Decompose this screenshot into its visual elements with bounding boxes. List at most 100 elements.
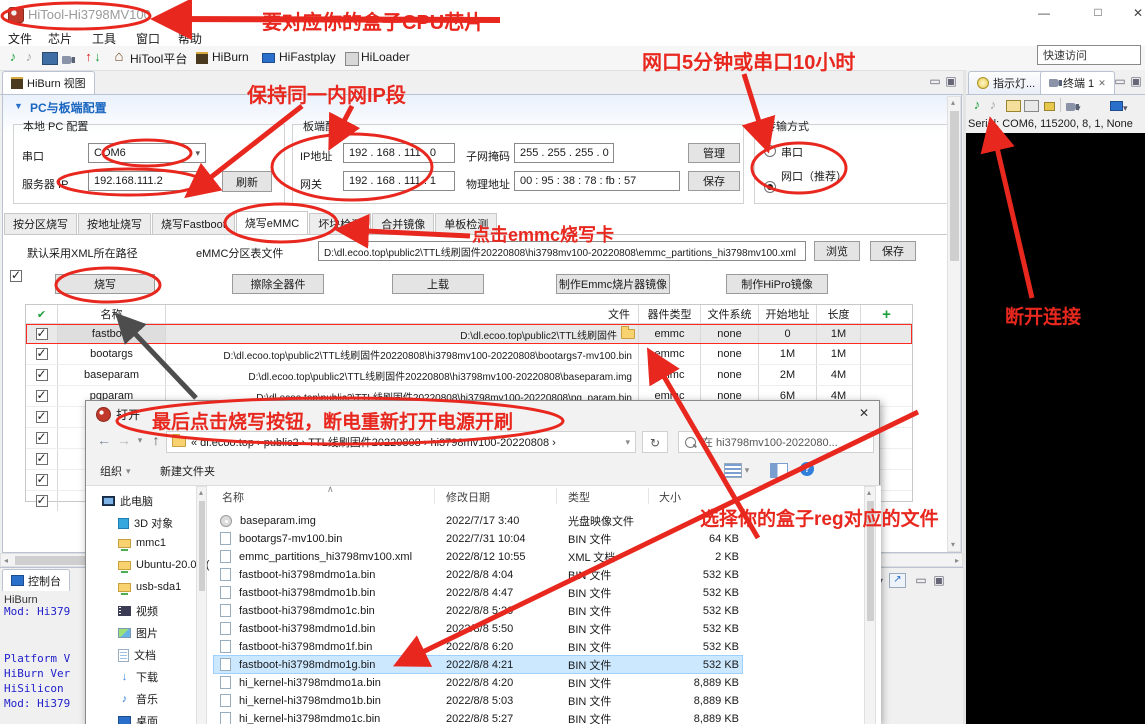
- browse-folder-icon[interactable]: [621, 329, 635, 339]
- sidebar-item-mmc1[interactable]: mmc1: [118, 537, 166, 549]
- console-export-icon[interactable]: ↗: [889, 573, 906, 588]
- minimize-button[interactable]: —: [1032, 6, 1056, 20]
- table-row[interactable]: bootargs D:\dl.ecoo.top\public2\TTL线刷固件2…: [26, 344, 912, 365]
- col-header-size[interactable]: 大小: [659, 489, 681, 505]
- sidebar-item-3d-objects[interactable]: 3D 对象: [118, 515, 173, 531]
- sidebar-item-downloads[interactable]: ↓下载: [118, 669, 158, 685]
- tab-burn-partition[interactable]: 按分区烧写: [4, 213, 77, 234]
- subnet-mask-input[interactable]: 255 . 255 . 255 . 0: [514, 143, 614, 163]
- server-ip-select[interactable]: 192.168.111.2 ▾: [88, 171, 206, 191]
- new-folder-button[interactable]: 新建文件夹: [160, 463, 215, 479]
- file-row[interactable]: fastboot-hi3798mdmo1b.bin2022/8/8 4:47BI…: [214, 584, 862, 601]
- tab-console[interactable]: 控制台: [2, 569, 70, 591]
- erase-all-button[interactable]: 擦除全器件: [232, 274, 324, 294]
- col-length[interactable]: 长度: [817, 305, 861, 323]
- serial-radio[interactable]: [764, 145, 776, 157]
- file-row[interactable]: fastboot-hi3798mdmo1d.bin2022/8/8 5:50BI…: [214, 620, 862, 637]
- terminal-copy-icon[interactable]: [1024, 100, 1039, 112]
- burn-button[interactable]: 烧写: [55, 274, 155, 294]
- sidebar-item-documents[interactable]: 文档: [118, 647, 156, 663]
- row-checkbox[interactable]: [36, 348, 48, 360]
- toolbar-hiburn-label[interactable]: HiBurn: [212, 50, 249, 64]
- row-checkbox[interactable]: [36, 390, 48, 402]
- row-checkbox[interactable]: [36, 495, 48, 507]
- up-icon[interactable]: ↑: [148, 432, 164, 448]
- console-maximize-icon[interactable]: ▣: [932, 573, 946, 587]
- close-tab-icon[interactable]: ✕: [1098, 78, 1106, 89]
- sidebar-item-desktop[interactable]: 桌面: [118, 713, 158, 724]
- col-file[interactable]: 文件: [166, 305, 639, 323]
- help-icon[interactable]: ?: [800, 462, 814, 476]
- organize-menu[interactable]: 组织 ▾: [100, 463, 131, 479]
- terminal-disconnect-icon[interactable]: ♪: [986, 97, 1000, 112]
- col-header-name[interactable]: 名称: [222, 489, 244, 505]
- terminal-connect-icon[interactable]: ♪: [970, 97, 984, 112]
- back-icon[interactable]: ←: [96, 432, 112, 448]
- col-fs[interactable]: 文件系统: [701, 305, 759, 323]
- col-device[interactable]: 器件类型: [639, 305, 701, 323]
- plug-icon[interactable]: [62, 53, 72, 67]
- file-row-selected[interactable]: fastboot-hi3798mdmo1g.bin2022/8/8 4:21BI…: [214, 656, 742, 673]
- hiloader-icon[interactable]: [345, 52, 359, 66]
- upload-arrow-icon[interactable]: ↑: [84, 49, 93, 64]
- sidebar-item-this-pc[interactable]: 此电脑: [102, 493, 153, 509]
- tab-terminal-1[interactable]: 终端 1 ✕: [1040, 71, 1115, 94]
- download-arrow-icon[interactable]: ↓: [93, 49, 102, 64]
- network-radio[interactable]: [764, 181, 776, 193]
- view-maximize-icon[interactable]: ▣: [944, 74, 958, 88]
- mac-address-input[interactable]: 00 : 95 : 38 : 78 : fb : 57: [514, 171, 680, 191]
- make-hipro-image-button[interactable]: 制作HiPro镜像: [726, 274, 828, 294]
- sidebar-item-pictures[interactable]: 图片: [118, 625, 158, 641]
- file-row[interactable]: emmc_partitions_hi3798mv100.xml2022/8/12…: [214, 548, 862, 565]
- col-name[interactable]: 名称: [58, 305, 166, 323]
- tab-merge-image[interactable]: 合并镜像: [372, 213, 434, 234]
- gateway-input[interactable]: 192 . 168 . 111 . 1: [343, 171, 455, 191]
- tab-burn-address[interactable]: 按地址烧写: [78, 213, 151, 234]
- file-row[interactable]: hi_kernel-hi3798mdmo1b.bin2022/8/8 5:03B…: [214, 692, 862, 709]
- breadcrumb-dd-icon[interactable]: ▾: [625, 437, 630, 448]
- terminal-panel-min-icon[interactable]: ▭: [1113, 74, 1127, 88]
- menu-help[interactable]: 帮助: [178, 30, 202, 47]
- board-save-button[interactable]: 保存: [688, 171, 740, 191]
- toolbar-hiloader-label[interactable]: HiLoader: [361, 50, 410, 64]
- toolbar-hifastplay-label[interactable]: HiFastplay: [279, 50, 336, 64]
- sidebar-item-music[interactable]: ♪音乐: [118, 691, 158, 707]
- view-mode-dd-icon[interactable]: ▾: [742, 465, 752, 476]
- home-icon[interactable]: ⌂: [112, 48, 126, 65]
- row-checkbox[interactable]: [36, 328, 48, 340]
- file-row[interactable]: fastboot-hi3798mdmo1f.bin2022/8/8 6:20BI…: [214, 638, 862, 655]
- file-row[interactable]: hi_kernel-hi3798mdmo1a.bin2022/8/8 4:20B…: [214, 674, 862, 691]
- manage-button[interactable]: 管理: [688, 143, 740, 163]
- xml-path-checkbox[interactable]: [10, 270, 22, 282]
- file-row[interactable]: hi_kernel-hi3798mdmo1c.bin2022/8/8 5:27B…: [214, 710, 862, 724]
- col-start[interactable]: 开始地址: [759, 305, 817, 323]
- make-emmc-image-button[interactable]: 制作Emmc烧片器镜像: [556, 274, 670, 294]
- view-vertical-scrollbar[interactable]: ▴ ▾: [947, 96, 961, 552]
- tab-burn-emmc[interactable]: 烧写eMMC: [236, 211, 308, 234]
- breadcrumb[interactable]: « dl.ecoo.top › public2 › TTL线刷固件2022080…: [166, 431, 636, 453]
- pc-config-icon[interactable]: [42, 52, 58, 65]
- xml-save-button[interactable]: 保存: [870, 241, 916, 261]
- serial-port-select[interactable]: COM6 ▾: [88, 143, 206, 163]
- row-checkbox[interactable]: [36, 474, 48, 486]
- sidebar-scrollbar[interactable]: ▴: [196, 486, 207, 724]
- file-row[interactable]: fastboot-hi3798mdmo1c.bin2022/8/8 5:20BI…: [214, 602, 862, 619]
- tab-indicator-light[interactable]: 指示灯...: [968, 71, 1044, 94]
- col-header-type[interactable]: 类型: [568, 489, 590, 505]
- refresh-icon[interactable]: ↻: [642, 431, 668, 453]
- preview-pane-icon[interactable]: [770, 463, 788, 478]
- new-terminal-icon[interactable]: ▾: [1110, 100, 1128, 114]
- toolbar-hitool-label[interactable]: HiTool平台: [130, 50, 187, 67]
- view-minimize-icon[interactable]: ▭: [928, 74, 942, 88]
- menu-tools[interactable]: 工具: [92, 30, 116, 47]
- dialog-close-icon[interactable]: ✕: [854, 406, 874, 420]
- console-minimize-icon[interactable]: ▭: [914, 573, 928, 587]
- row-checkbox[interactable]: [36, 369, 48, 381]
- file-row[interactable]: bootargs7-mv100.bin2022/7/31 10:04BIN 文件…: [214, 530, 862, 547]
- tab-hiburn-view[interactable]: HiBurn 视图: [2, 71, 95, 94]
- refresh-button[interactable]: 刷新: [222, 171, 272, 192]
- hifastplay-icon[interactable]: [262, 52, 275, 66]
- sidebar-item-usb-sda1[interactable]: usb-sda1: [118, 581, 181, 593]
- ip-address-input[interactable]: 192 . 168 . 111 . 0: [343, 143, 455, 163]
- menu-file[interactable]: 文件: [8, 30, 32, 47]
